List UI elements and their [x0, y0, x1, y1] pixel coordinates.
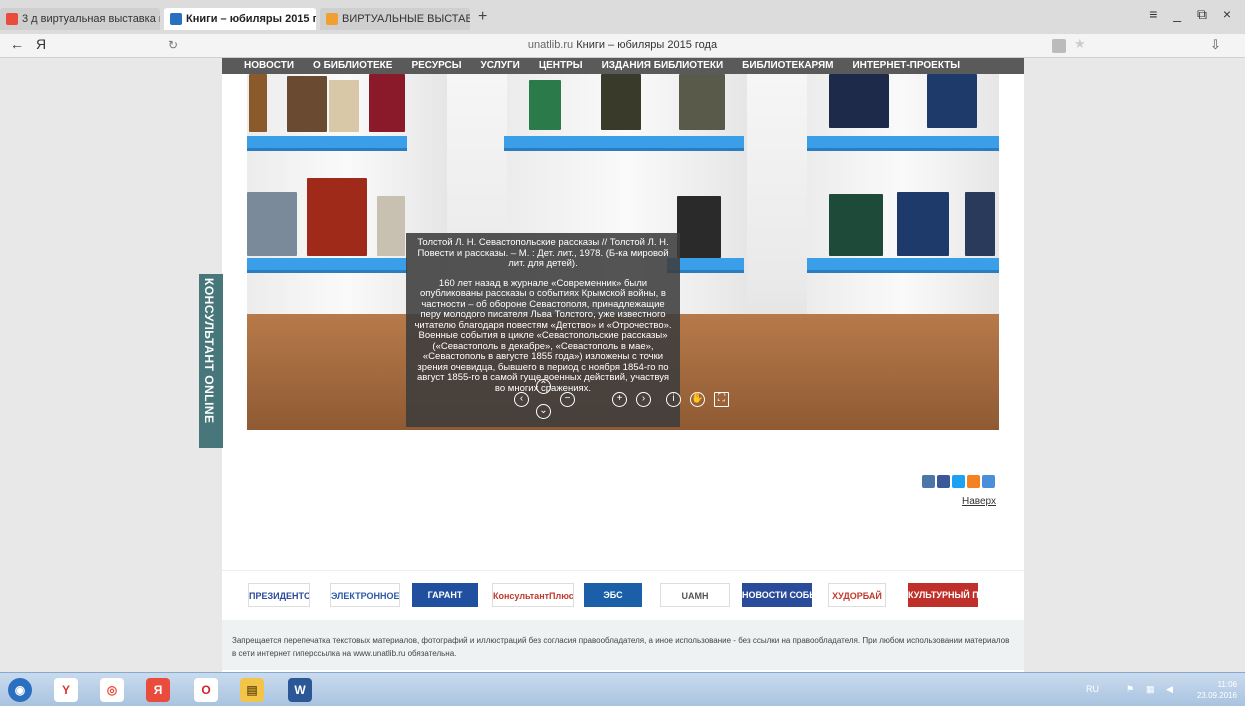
clock-date: 23.09.2016 [1196, 691, 1237, 700]
new-tab-button[interactable]: + [478, 8, 487, 26]
consultant-online-tab[interactable]: КОНСУЛЬТАНТ ONLINE [199, 274, 223, 448]
copyright-notice: Запрещается перепечатка текстовых матери… [232, 636, 1010, 658]
main-nav: НОВОСТИ О БИБЛИОТЕКЕ РЕСУРСЫ УСЛУГИ ЦЕНТРЫ ИЗ… [222, 58, 1024, 74]
tab-label: 3 д виртуальная выставка к [22, 13, 160, 25]
book[interactable] [829, 194, 883, 256]
pan-up-button[interactable]: ⌃ [536, 379, 551, 394]
partner-logos: ПРЕЗИДЕНТСКАЯ БИБЛИОТЕКА ЭЛЕКТРОННОЕ ПРАВ… [222, 570, 1024, 620]
explorer-icon[interactable]: ▤ [240, 678, 264, 702]
book[interactable] [369, 74, 405, 132]
yandex-favicon-icon [6, 13, 18, 25]
nav-item[interactable]: РЕСУРСЫ [411, 58, 461, 74]
hand-tool-button[interactable]: ✋ [690, 392, 705, 407]
address-bar: ← Я ↻ unatlib.ru Книги – юбиляры 2015 го… [0, 34, 1245, 58]
windows-start-icon[interactable]: ◉ [8, 678, 32, 702]
nav-item[interactable]: УСЛУГИ [481, 58, 520, 74]
partner-logo[interactable]: НОВОСТИ СОБЫТИЯ КУЛЬТУРА [742, 583, 812, 607]
book[interactable] [679, 74, 725, 130]
tray-volume-icon[interactable]: ◀ [1166, 684, 1173, 695]
shelf [807, 258, 999, 270]
nav-item[interactable]: ИНТЕРНЕТ-ПРОЕКТЫ [852, 58, 960, 74]
book[interactable] [601, 74, 641, 130]
tab-label: ВИРТУАЛЬНЫЕ ВЫСТАВКИ [342, 13, 470, 25]
pan-right-button[interactable]: › [636, 392, 651, 407]
book[interactable] [377, 196, 405, 256]
browser-tab-strip: 3 д виртуальная выставка к Книги – юбиля… [0, 0, 1245, 34]
yandex-browser-icon[interactable]: Y [54, 678, 78, 702]
tab-label: Книги – юбиляры 2015 г. [186, 13, 316, 25]
chrome-icon[interactable]: ◎ [100, 678, 124, 702]
url-title: Книги – юбиляры 2015 года [576, 39, 718, 51]
tray-network-icon[interactable]: ▦ [1146, 684, 1155, 695]
browser-tab-active[interactable]: Книги – юбиляры 2015 г. [164, 8, 316, 30]
browser-tab[interactable]: ВИРТУАЛЬНЫЕ ВЫСТАВКИ [320, 8, 470, 30]
partner-logo[interactable]: ХУДОРБАЙ [828, 583, 886, 607]
mail-icon[interactable] [982, 475, 995, 488]
url-domain: unatlib.ru [527, 39, 574, 51]
book[interactable] [965, 192, 995, 256]
consultant-label: КОНСУЛЬТАНТ ONLINE [202, 278, 216, 424]
shelf [247, 136, 407, 148]
book[interactable] [249, 74, 267, 132]
clock-time: 11:06 [1217, 680, 1237, 689]
exhibitions-favicon-icon [326, 13, 338, 25]
book[interactable] [829, 74, 889, 128]
zoom-in-button[interactable]: + [612, 392, 627, 407]
library-favicon-icon [170, 13, 182, 25]
pan-down-button[interactable]: ⌄ [536, 404, 551, 419]
social-share-bar [922, 475, 995, 488]
twitter-icon[interactable] [952, 475, 965, 488]
book[interactable] [529, 80, 561, 130]
partner-logo[interactable]: ПРЕЗИДЕНТСКАЯ БИБЛИОТЕКА [248, 583, 310, 607]
vk-icon[interactable] [922, 475, 935, 488]
facebook-icon[interactable] [937, 475, 950, 488]
pan-left-button[interactable]: ‹ [514, 392, 529, 407]
odnoklassniki-icon[interactable] [967, 475, 980, 488]
nav-item[interactable]: ИЗДАНИЯ БИБЛИОТЕКИ [602, 58, 724, 74]
partner-logo[interactable]: КонсультантПлюс [492, 583, 574, 607]
nav-item[interactable]: НОВОСТИ [244, 58, 294, 74]
info-button[interactable]: i [666, 392, 681, 407]
partner-logo[interactable]: UAMH [660, 583, 730, 607]
bookmark-star-icon[interactable]: ★ [1074, 36, 1086, 52]
yandex-icon[interactable]: Я [146, 678, 170, 702]
downloads-icon[interactable]: ⇩ [1210, 37, 1221, 53]
book-citation: Толстой Л. Н. Севастопольские рассказы /… [417, 237, 669, 269]
window-controls[interactable]: ≡ _ ⧉ × [1149, 6, 1237, 23]
word-icon[interactable]: W [288, 678, 312, 702]
book[interactable] [329, 80, 359, 132]
fullscreen-button[interactable]: ⛶ [714, 392, 729, 407]
shelf [807, 136, 999, 148]
nav-item[interactable]: ЦЕНТРЫ [539, 58, 583, 74]
partner-logo[interactable]: ЭЛЕКТРОННОЕ ПРАВИТЕЛЬСТВО [330, 583, 400, 607]
partner-logo[interactable]: ЭБС [584, 583, 642, 607]
protect-icon[interactable] [1052, 39, 1066, 53]
taskbar: RU ⚑ ▦ ◀ 11:06 23.09.2016 ◉ Y ◎ Я O ▤ W [0, 672, 1245, 706]
opera-icon[interactable]: O [194, 678, 218, 702]
book[interactable] [897, 192, 949, 256]
tray-flag-icon[interactable]: ⚑ [1126, 684, 1134, 695]
shelf [504, 136, 744, 148]
book-description: 160 лет назад в журнале «Современник» бы… [414, 277, 672, 394]
nav-item[interactable]: О БИБЛИОТЕКЕ [313, 58, 392, 74]
book[interactable] [677, 196, 721, 258]
shelf [247, 258, 407, 270]
book[interactable] [287, 76, 327, 132]
clock[interactable]: 11:06 23.09.2016 [1197, 679, 1237, 701]
book[interactable] [247, 192, 297, 256]
zoom-out-button[interactable]: − [560, 392, 575, 407]
book[interactable] [927, 74, 977, 128]
footer: Запрещается перепечатка текстовых матери… [222, 620, 1024, 670]
language-indicator[interactable]: RU [1086, 684, 1099, 694]
nav-item[interactable]: БИБЛИОТЕКАРЯМ [742, 58, 833, 74]
partner-logo[interactable]: ГАРАНТ [412, 583, 478, 607]
browser-tab[interactable]: 3 д виртуальная выставка к [0, 8, 160, 30]
partner-logo[interactable]: КУЛЬТУРНЫЙ ПОРТАЛ [908, 583, 978, 607]
back-to-top-link[interactable]: Наверх [962, 496, 996, 507]
book[interactable] [307, 178, 367, 256]
page: НОВОСТИ О БИБЛИОТЕКЕ РЕСУРСЫ УСЛУГИ ЦЕНТРЫ ИЗ… [0, 58, 1245, 672]
